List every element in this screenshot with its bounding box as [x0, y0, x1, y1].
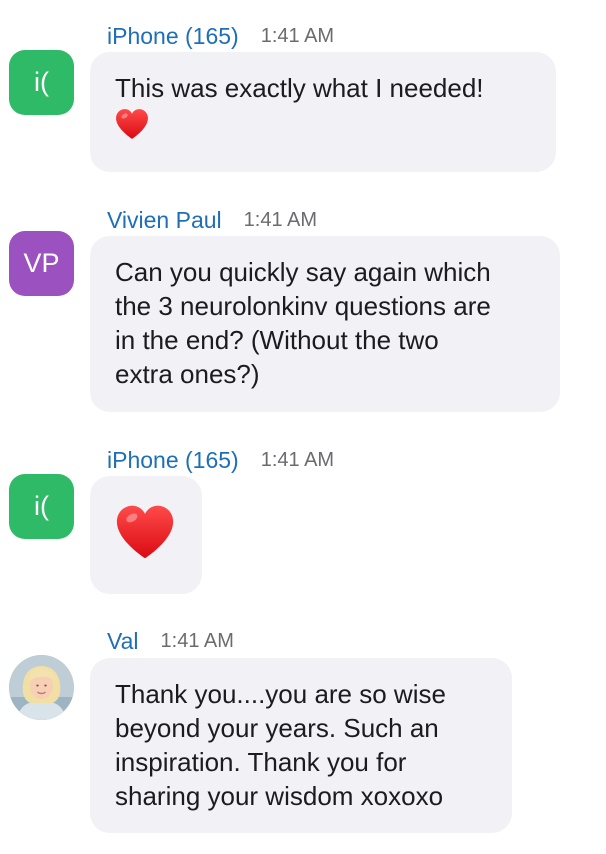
message-text-line: beyond your years. Such an: [115, 713, 439, 743]
message-bubble[interactable]: Thank you....you are so wise beyond your…: [90, 658, 512, 833]
message-header: Vivien Paul 1:41 AM: [107, 204, 317, 236]
message-header: iPhone (165) 1:41 AM: [107, 20, 334, 52]
message-bubble[interactable]: Can you quickly say again which the 3 ne…: [90, 236, 560, 412]
sender-name[interactable]: Val: [107, 628, 139, 655]
message-text-line: the 3 neurolonkinv questions are: [115, 291, 491, 321]
message-header: iPhone (165) 1:41 AM: [107, 444, 334, 476]
avatar-initials: i(: [34, 67, 49, 97]
avatar-initials: i(: [34, 491, 49, 521]
message-bubble[interactable]: This was exactly what I needed!: [90, 52, 556, 172]
message-timestamp: 1:41 AM: [243, 208, 318, 231]
avatar[interactable]: i(: [9, 50, 74, 115]
message-text: This was exactly what I needed!: [115, 73, 484, 103]
message-header: Val 1:41 AM: [107, 625, 234, 657]
avatar[interactable]: [9, 655, 74, 720]
message-timestamp: 1:41 AM: [160, 629, 234, 652]
heart-icon: [115, 502, 175, 562]
message-text-line: Thank you....you are so wise: [115, 679, 446, 709]
message-text-line: in the end? (Without the two: [115, 325, 439, 355]
avatar[interactable]: i(: [9, 474, 74, 539]
sender-name[interactable]: iPhone (165): [107, 447, 239, 474]
message-timestamp: 1:41 AM: [260, 24, 335, 47]
sender-name[interactable]: iPhone (165): [107, 23, 239, 50]
profile-photo: [9, 655, 74, 720]
heart-icon: [115, 107, 149, 141]
message-text-line: sharing your wisdom xoxoxo: [115, 781, 444, 811]
message-text-line: extra ones?): [115, 359, 260, 389]
avatar-initials: VP: [23, 248, 60, 278]
chat-message-list: iPhone (165) 1:41 AM i( This was exactly…: [0, 0, 606, 854]
avatar[interactable]: VP: [9, 231, 74, 296]
sender-name[interactable]: Vivien Paul: [107, 207, 222, 234]
message-text-line: Can you quickly say again which: [115, 257, 491, 287]
message-text-line: inspiration. Thank you for: [115, 747, 407, 777]
message-timestamp: 1:41 AM: [260, 448, 335, 471]
message-bubble[interactable]: [90, 476, 202, 594]
